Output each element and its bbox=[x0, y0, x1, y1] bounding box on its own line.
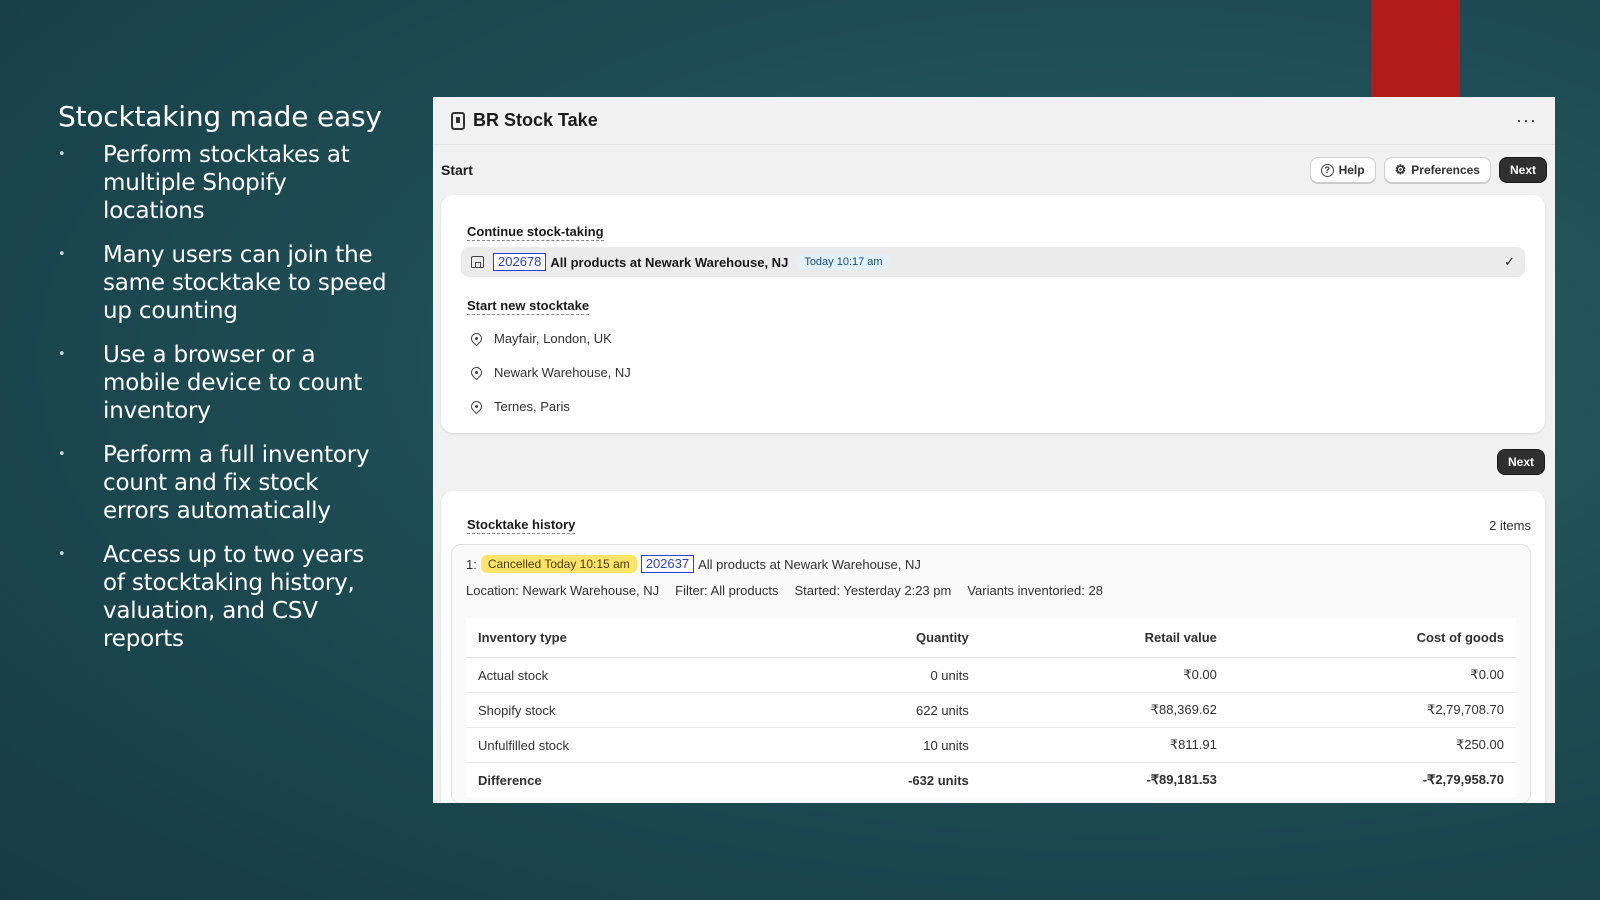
table-cell: Difference bbox=[478, 772, 542, 788]
bullet-item: • Perform stocktakes at multiple Shopify … bbox=[58, 142, 350, 224]
table-row: Actual stock 0 units ₹0.00 ₹0.00 bbox=[466, 657, 1516, 693]
page-title: Start bbox=[441, 162, 473, 178]
history-header: Stocktake history 2 items bbox=[461, 517, 1531, 534]
bullet-dot-icon: • bbox=[58, 447, 66, 462]
stocktake-description: All products at Newark Warehouse, NJ bbox=[550, 254, 789, 270]
toolbar-actions: ? Help ⚙ Preferences Next bbox=[1309, 157, 1547, 183]
continue-stocktake-row[interactable]: 202678 All products at Newark Warehouse,… bbox=[461, 247, 1525, 277]
start-card: Continue stock-taking 202678 All product… bbox=[441, 195, 1545, 433]
help-icon: ? bbox=[1320, 163, 1334, 177]
gear-icon: ⚙ bbox=[1394, 162, 1407, 177]
column-header: Retail value bbox=[980, 618, 1229, 658]
meta-started: Started: Yesterday 2:23 pm bbox=[794, 583, 952, 598]
bullet-dot-icon: • bbox=[58, 347, 66, 362]
table-cell: -₹2,79,958.70 bbox=[1422, 772, 1504, 787]
app-window: BR Stock Take ··· Start ? Help ⚙ Prefere… bbox=[433, 97, 1555, 803]
history-card: Stocktake history 2 items 1: Cancelled T… bbox=[441, 491, 1545, 803]
table-cell: Unfulfilled stock bbox=[466, 727, 763, 763]
time-badge: Today 10:17 am bbox=[798, 254, 889, 270]
next-button-top[interactable]: Next bbox=[1498, 157, 1547, 183]
next-button-bottom[interactable]: Next bbox=[1496, 449, 1545, 475]
stocktake-id-link[interactable]: 202637 bbox=[640, 555, 695, 573]
table-row: Unfulfilled stock 10 units ₹811.91 ₹250.… bbox=[466, 727, 1516, 763]
table-cell: ₹0.00 bbox=[1228, 657, 1516, 693]
history-item-index: 1: bbox=[466, 556, 477, 572]
new-section-label: Start new stocktake bbox=[467, 298, 590, 315]
table-cell: ₹811.91 bbox=[980, 727, 1229, 763]
location-item[interactable]: Newark Warehouse, NJ bbox=[467, 355, 1525, 389]
table-cell: ₹250.00 bbox=[1228, 727, 1516, 763]
status-badge: Cancelled Today 10:15 am bbox=[480, 555, 637, 573]
location-item[interactable]: Mayfair, London, UK bbox=[467, 321, 1525, 355]
history-section-label: Stocktake history bbox=[467, 517, 576, 534]
column-header: Quantity bbox=[762, 618, 981, 658]
bullet-dot-icon: • bbox=[58, 547, 66, 562]
app-title: BR Stock Take bbox=[473, 110, 598, 130]
bullet-item: • Use a browser or a mobile device to cou… bbox=[58, 342, 363, 424]
more-options-icon[interactable]: ··· bbox=[1516, 110, 1537, 131]
history-item-meta: Location: Newark Warehouse, NJ Filter: A… bbox=[466, 583, 1516, 598]
history-item-description: All products at Newark Warehouse, NJ bbox=[698, 556, 921, 572]
bullet-item: • Access up to two years of stocktaking h… bbox=[58, 542, 365, 652]
history-item-summary: 1: Cancelled Today 10:15 am 202637 All p… bbox=[466, 555, 1516, 573]
slide-title: Stocktaking made easy bbox=[58, 100, 382, 133]
table-cell: ₹0.00 bbox=[980, 657, 1229, 693]
location-pin-icon bbox=[468, 364, 485, 380]
help-button[interactable]: ? Help bbox=[1309, 157, 1376, 183]
table-cell: Actual stock bbox=[466, 657, 763, 693]
slide-text-panel: Stocktaking made easy • Perform stocktake… bbox=[58, 100, 388, 669]
page-toolbar: Start ? Help ⚙ Preferences Next bbox=[433, 145, 1555, 195]
column-header: Inventory type bbox=[466, 618, 763, 658]
history-item: 1: Cancelled Today 10:15 am 202637 All p… bbox=[451, 544, 1531, 803]
table-cell: ₹88,369.62 bbox=[980, 692, 1229, 728]
store-icon bbox=[471, 256, 484, 268]
meta-location: Location: Newark Warehouse, NJ bbox=[466, 583, 660, 598]
inventory-table: Inventory type Quantity Retail value Cos… bbox=[466, 618, 1516, 797]
location-pin-icon bbox=[468, 398, 485, 414]
table-row-total: Difference -632 units -₹89,181.53 -₹2,79… bbox=[466, 763, 1516, 798]
bullet-dot-icon: • bbox=[58, 247, 66, 262]
table-header-row: Inventory type Quantity Retail value Cos… bbox=[466, 618, 1516, 658]
feature-bullets: • Perform stocktakes at multiple Shopify … bbox=[58, 141, 388, 653]
mobile-device-icon bbox=[451, 111, 465, 130]
table-cell: -₹89,181.53 bbox=[1146, 772, 1217, 787]
meta-filter: Filter: All products bbox=[675, 583, 779, 598]
location-pin-icon bbox=[468, 330, 485, 346]
bullet-item: • Perform a full inventory count and fix … bbox=[58, 442, 370, 524]
table-cell: Shopify stock bbox=[466, 692, 763, 728]
table-cell: -632 units bbox=[908, 772, 969, 788]
new-stocktake-section: Start new stocktake Mayfair, London, UK … bbox=[461, 297, 1525, 423]
table-cell: 622 units bbox=[762, 692, 981, 728]
continue-section-label: Continue stock-taking bbox=[467, 224, 604, 241]
table-cell: 0 units bbox=[762, 657, 981, 693]
history-items-count: 2 items bbox=[1489, 518, 1531, 533]
bullet-item: • Many users can join the same stocktake … bbox=[58, 242, 387, 324]
decorative-red-bar bbox=[1371, 0, 1460, 97]
app-header: BR Stock Take ··· bbox=[433, 97, 1555, 145]
meta-variants: Variants inventoried: 28 bbox=[967, 583, 1103, 598]
stocktake-id-link[interactable]: 202678 bbox=[493, 253, 547, 271]
location-list: Mayfair, London, UK Newark Warehouse, NJ… bbox=[467, 321, 1525, 423]
preferences-button[interactable]: ⚙ Preferences bbox=[1383, 157, 1491, 183]
next-button-row: Next bbox=[433, 433, 1555, 491]
checkmark-icon: ✓ bbox=[1504, 254, 1515, 269]
table-cell: 10 units bbox=[762, 727, 981, 763]
column-header: Cost of goods bbox=[1228, 618, 1516, 658]
table-cell: ₹2,79,708.70 bbox=[1228, 692, 1516, 728]
table-row: Shopify stock 622 units ₹88,369.62 ₹2,79… bbox=[466, 692, 1516, 728]
location-item[interactable]: Ternes, Paris bbox=[467, 389, 1525, 423]
bullet-dot-icon: • bbox=[58, 147, 66, 162]
